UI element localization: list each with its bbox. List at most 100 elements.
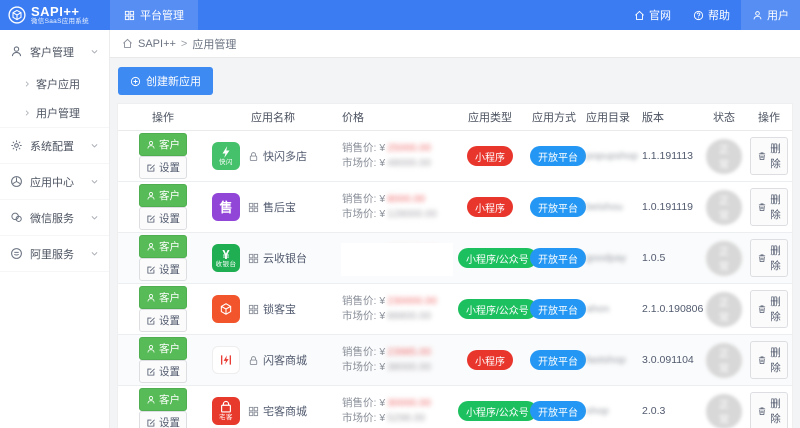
app-method-badge: 开放平台 — [530, 248, 586, 268]
chevron-right-icon — [23, 80, 31, 88]
delete-button[interactable]: 删除 — [750, 137, 788, 175]
ops-cell: 客户 设置 — [118, 283, 208, 335]
nav-help[interactable]: 帮助 — [682, 0, 741, 30]
app-type-badge: 小程序 — [467, 146, 513, 166]
trash-icon — [757, 151, 767, 161]
customer-button[interactable]: 客户 — [139, 133, 187, 156]
nav-user[interactable]: 用户 — [741, 0, 800, 30]
version-cell: 2.0.3 — [638, 385, 702, 428]
app-icon-cell: 售 — [208, 181, 244, 233]
chevron-right-icon — [23, 109, 31, 117]
app-method-badge: 开放平台 — [530, 401, 586, 421]
app-dir-redacted: fastshop — [586, 354, 626, 366]
settings-button[interactable]: 设置 — [139, 309, 187, 332]
app-name: 宅客商城 — [263, 406, 307, 418]
nav-official-site[interactable]: 官网 — [623, 0, 682, 30]
market-price-redacted: 128000.00 — [387, 208, 437, 220]
sale-price-redacted: 30000.00 — [387, 397, 431, 409]
user-icon — [146, 191, 156, 201]
market-price-redacted: 38000.00 — [387, 361, 431, 373]
app-name: 云收银台 — [263, 253, 307, 265]
app-table: 操作 应用名称 价格 应用类型 应用方式 应用目录 版本 状态 操作 客户 设置… — [118, 104, 792, 428]
trash-icon — [757, 202, 767, 212]
app-icon — [212, 346, 240, 374]
settings-button[interactable]: 设置 — [139, 207, 187, 230]
tab-platform-management[interactable]: 平台管理 — [110, 0, 198, 30]
user-icon — [146, 293, 156, 303]
create-app-button[interactable]: 创建新应用 — [118, 67, 213, 95]
sidebar-item-ali-services[interactable]: 阿里服务 — [0, 236, 109, 271]
trash-icon — [757, 304, 767, 314]
ali-icon — [10, 247, 23, 260]
sidebar-item-wechat-services[interactable]: 微信服务 — [0, 200, 109, 235]
sidebar-item-app-center[interactable]: 应用中心 — [0, 164, 109, 199]
app-type-badge: 小程序/公众号 — [458, 299, 537, 319]
market-price-redacted: 88800.00 — [387, 310, 431, 322]
trash-icon — [757, 253, 767, 263]
app-icon — [212, 295, 240, 323]
sidebar-item-customer-management[interactable]: 客户管理 — [0, 34, 109, 69]
ops-cell: 客户 设置 — [118, 334, 208, 386]
price-cell: 销售价: ¥23985.00 市场价: ¥38000.00 — [338, 334, 454, 386]
version-cell: 1.1.191113 — [638, 130, 702, 182]
edit-icon — [146, 418, 156, 428]
trash-icon — [757, 355, 767, 365]
customer-button[interactable]: 客户 — [139, 235, 187, 258]
settings-button[interactable]: 设置 — [139, 156, 187, 179]
delete-button[interactable]: 删除 — [750, 341, 788, 379]
app-icon-cell: 宅客 — [208, 385, 244, 428]
delete-button[interactable]: 删除 — [750, 290, 788, 328]
app-icon-cell: ¥ 收银台 — [208, 232, 244, 284]
price-cell: 销售价: ¥25000.00 市场价: ¥48000.00 — [338, 130, 454, 182]
delete-button[interactable]: 删除 — [750, 188, 788, 226]
customer-button[interactable]: 客户 — [139, 388, 187, 411]
home-icon — [634, 10, 645, 21]
edit-icon — [146, 367, 156, 377]
breadcrumb-root[interactable]: SAPI++ — [138, 38, 176, 50]
table-row: 客户 设置 闪客商城 销售价: ¥23985.00 市场价: ¥38000.00… — [118, 334, 792, 386]
wechat-icon — [10, 211, 23, 224]
grid-icon — [248, 202, 259, 213]
table-row: 客户 设置 锁客宝 销售价: ¥230000.00 市场价: ¥88800.00… — [118, 283, 792, 335]
version-cell: 3.0.091104 — [638, 334, 702, 386]
app-icon: 售 — [212, 193, 240, 221]
price-cell: 销售价: ¥230000.00 市场价: ¥88800.00 — [338, 283, 454, 335]
customer-button[interactable]: 客户 — [139, 184, 187, 207]
sidebar: 客户管理 客户应用 用户管理 系统配置 应用中心 微信服务 阿里服务 — [0, 30, 110, 428]
app-name: 闪客商城 — [263, 355, 307, 367]
customer-button[interactable]: 客户 — [139, 286, 187, 309]
censor-overlay — [341, 243, 453, 276]
lock-icon — [248, 151, 259, 162]
app-name: 快闪多店 — [263, 151, 307, 163]
apps-icon — [10, 175, 23, 188]
settings-button[interactable]: 设置 — [139, 360, 187, 383]
grid-icon — [124, 10, 135, 21]
table-row: 客户 设置 ¥ 收银台 云收银台 销售价: ¥158000.00 市场价: ¥9… — [118, 232, 792, 284]
app-name-cell: 宅客商城 — [244, 385, 338, 428]
settings-button[interactable]: 设置 — [139, 411, 187, 428]
col-header-price: 价格 — [338, 104, 454, 131]
app-icon-cell: 快闪 — [208, 130, 244, 182]
status-badge: 正常 — [706, 291, 742, 327]
settings-button[interactable]: 设置 — [139, 258, 187, 281]
customer-button[interactable]: 客户 — [139, 337, 187, 360]
sale-price-redacted: 230000.00 — [387, 295, 437, 307]
sidebar-item-customer-apps[interactable]: 客户应用 — [0, 69, 109, 98]
delete-button[interactable]: 删除 — [750, 392, 788, 428]
ops-cell: 客户 设置 — [118, 232, 208, 284]
lock-icon — [248, 355, 259, 366]
col-header-type: 应用类型 — [454, 104, 526, 131]
delete-button[interactable]: 删除 — [750, 239, 788, 277]
status-badge: 正常 — [706, 240, 742, 276]
sidebar-item-user-management[interactable]: 用户管理 — [0, 98, 109, 127]
app-dir-redacted: beishou — [586, 201, 623, 213]
col-header-dir: 应用目录 — [582, 104, 638, 131]
app-subtitle: 微信SaaS应用系统 — [31, 17, 89, 25]
app-dir-redacted: goodpay — [586, 252, 627, 264]
status-badge: 正常 — [706, 393, 742, 428]
home-icon — [122, 38, 133, 49]
ops-cell: 客户 设置 — [118, 130, 208, 182]
sidebar-item-system-config[interactable]: 系统配置 — [0, 128, 109, 163]
user-icon — [752, 10, 763, 21]
trash-icon — [757, 406, 767, 416]
